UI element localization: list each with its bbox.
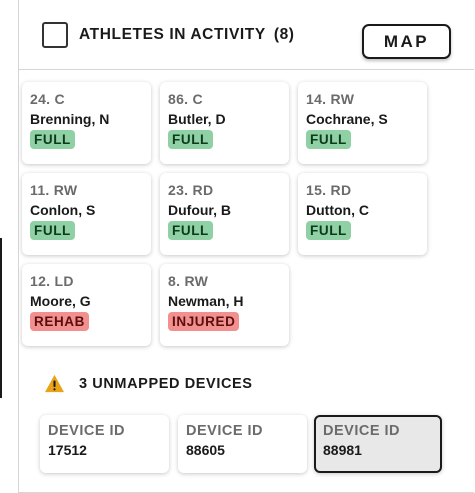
- athlete-position: 24. C: [30, 91, 65, 107]
- athlete-card[interactable]: 23. RD Dufour, B FULL: [160, 173, 289, 255]
- device-card-selected[interactable]: DEVICE ID 88981: [314, 415, 442, 473]
- device-card[interactable]: DEVICE ID 88605: [178, 415, 307, 473]
- athlete-position: 23. RD: [168, 182, 214, 198]
- athlete-card[interactable]: 11. RW Conlon, S FULL: [22, 173, 151, 255]
- athlete-name: Butler, D: [168, 111, 226, 127]
- athlete-card[interactable]: 8. RW Newman, H INJURED: [160, 264, 289, 346]
- status-badge: FULL: [30, 221, 75, 240]
- athlete-position: 14. RW: [306, 91, 355, 107]
- device-id-value: 88605: [186, 442, 225, 458]
- unmapped-devices-row: 3 UNMAPPED DEVICES: [44, 374, 253, 393]
- athlete-card[interactable]: 24. C Brenning, N FULL: [22, 82, 151, 164]
- left-panel-edge: [0, 238, 2, 398]
- athlete-card[interactable]: 14. RW Cochrane, S FULL: [298, 82, 427, 164]
- map-button[interactable]: MAP: [362, 24, 451, 59]
- panel-header: ATHLETES IN ACTIVITY (8) MAP: [19, 0, 474, 70]
- status-badge: FULL: [306, 130, 351, 149]
- athlete-card[interactable]: 86. C Butler, D FULL: [160, 82, 289, 164]
- device-card[interactable]: DEVICE ID 17512: [40, 415, 169, 473]
- athlete-position: 11. RW: [30, 182, 78, 198]
- athlete-name: Cochrane, S: [306, 111, 388, 127]
- select-all-checkbox[interactable]: [42, 21, 68, 48]
- device-id-label: DEVICE ID: [186, 423, 264, 439]
- status-badge: INJURED: [168, 312, 240, 331]
- status-badge: REHAB: [30, 312, 90, 331]
- athlete-position: 12. LD: [30, 273, 74, 289]
- athlete-card[interactable]: 15. RD Dutton, C FULL: [298, 173, 427, 255]
- athlete-name: Newman, H: [168, 293, 244, 309]
- athlete-count: (8): [273, 25, 295, 43]
- athlete-name: Dutton, C: [306, 202, 369, 218]
- device-id-value: 17512: [48, 442, 87, 458]
- status-badge: FULL: [168, 221, 213, 240]
- device-id-value: 88981: [323, 442, 362, 458]
- warning-icon: [45, 374, 64, 393]
- status-badge: FULL: [30, 130, 75, 149]
- device-id-label: DEVICE ID: [323, 423, 401, 439]
- status-badge: FULL: [168, 130, 213, 149]
- athlete-card[interactable]: 12. LD Moore, G REHAB: [22, 264, 151, 346]
- unmapped-devices-label: 3 UNMAPPED DEVICES: [79, 375, 253, 392]
- status-badge: FULL: [306, 221, 351, 240]
- panel-title: ATHLETES IN ACTIVITY: [79, 25, 266, 43]
- athlete-name: Conlon, S: [30, 202, 96, 218]
- athlete-position: 86. C: [168, 91, 203, 107]
- athlete-name: Moore, G: [30, 293, 91, 309]
- device-id-label: DEVICE ID: [48, 423, 126, 439]
- athlete-position: 8. RW: [168, 273, 209, 289]
- athlete-name: Brenning, N: [30, 111, 110, 127]
- athlete-name: Dufour, B: [168, 202, 231, 218]
- athlete-position: 15. RD: [306, 182, 352, 198]
